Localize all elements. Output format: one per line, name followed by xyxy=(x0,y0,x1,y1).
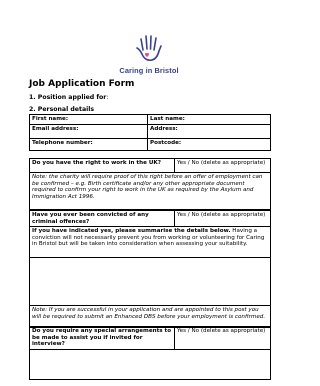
email-field[interactable]: Email address: xyxy=(29,124,148,139)
convictions-summary-prompt: If you have indicated yes, please summar… xyxy=(29,226,271,259)
first-name-field[interactable]: First name: xyxy=(29,114,148,125)
postcode-field[interactable]: Postcode: xyxy=(147,138,271,151)
convictions-details-input[interactable] xyxy=(29,257,271,307)
dbs-note: Note: If you are successful in your appl… xyxy=(29,305,271,329)
personal-details-table: First name: Last name: Email address: Ad… xyxy=(29,114,271,151)
application-form-page: Caring in Bristol Job Application Form 1… xyxy=(0,0,298,386)
right-to-work-table: Do you have the right to work in the UK?… xyxy=(29,158,271,210)
last-name-field[interactable]: Last name: xyxy=(147,114,271,125)
right-to-work-answer[interactable]: Yes / No (delete as appropriate) xyxy=(174,158,271,173)
special-arrangements-answer[interactable]: Yes / No (delete as appropriate) xyxy=(174,326,271,350)
convictions-question: Have you ever been convicted of any crim… xyxy=(29,209,175,228)
right-to-work-question: Do you have the right to work in the UK? xyxy=(29,158,175,173)
convictions-answer[interactable]: Yes / No (delete as appropriate) xyxy=(174,209,271,228)
convictions-table: Have you ever been convicted of any crim… xyxy=(29,209,271,329)
hand-heart-icon xyxy=(136,35,162,62)
special-arrangements-details-input[interactable] xyxy=(29,348,271,380)
form-title: Job Application Form xyxy=(29,79,135,89)
special-arrangements-question: Do you require any special arrangements … xyxy=(29,326,175,350)
special-arrangements-table: Do you require any special arrangements … xyxy=(29,326,271,380)
logo-text: Caring in Bristol xyxy=(119,66,179,75)
right-to-work-note: Note: the charity will require proof of … xyxy=(29,172,271,210)
address-field[interactable]: Address: xyxy=(147,124,271,139)
telephone-field[interactable]: Telephone number: xyxy=(29,138,148,151)
section-personal-heading: 2. Personal details xyxy=(29,106,95,113)
section-position-heading: 1. Position applied for: xyxy=(29,94,109,101)
